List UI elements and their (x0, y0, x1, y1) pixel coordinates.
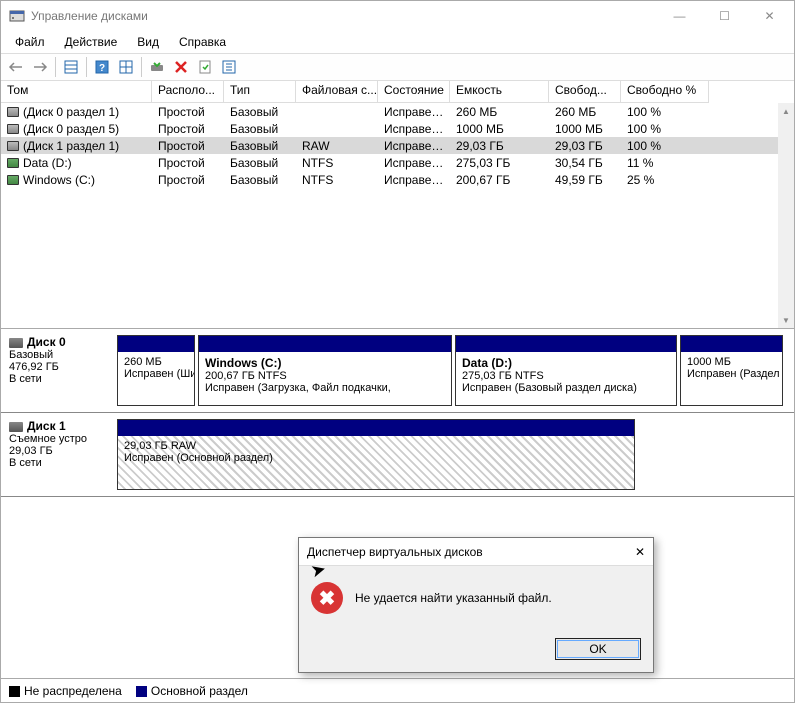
window-title: Управление дисками (31, 9, 657, 23)
col-status[interactable]: Состояние (378, 81, 450, 103)
view-grid-icon[interactable] (115, 56, 137, 78)
menubar: Файл Действие Вид Справка (1, 31, 794, 53)
col-capacity[interactable]: Емкость (450, 81, 549, 103)
volume-icon (7, 124, 19, 134)
partition-bar (456, 336, 676, 352)
svg-text:?: ? (99, 63, 105, 74)
legend-unalloc-label: Не распределена (24, 684, 122, 698)
partition-bar (681, 336, 782, 352)
error-dialog: Диспетчер виртуальных дисков ✕ ✖ Не удае… (298, 537, 654, 673)
maximize-button[interactable]: ☐ (702, 2, 747, 30)
scroll-down-icon[interactable]: ▼ (778, 312, 794, 328)
help-icon[interactable]: ? (91, 56, 113, 78)
partition-bar (118, 336, 194, 352)
mount-icon[interactable] (146, 56, 168, 78)
partition[interactable]: 260 МБИсправен (Шиф (117, 335, 195, 406)
col-volume[interactable]: Том (1, 81, 152, 103)
list-scrollbar[interactable]: ▲ ▼ (778, 103, 794, 328)
legend-unalloc-swatch (9, 686, 20, 697)
partition-bar (118, 420, 634, 436)
partition[interactable]: 29,03 ГБ RAWИсправен (Основной раздел) (117, 419, 635, 490)
volume-row[interactable]: (Диск 0 раздел 5)ПростойБазовыйИсправен.… (1, 120, 794, 137)
volume-row[interactable]: Windows (C:)ПростойБазовыйNTFSИсправен..… (1, 171, 794, 188)
properties-icon[interactable] (194, 56, 216, 78)
dialog-message: Не удается найти указанный файл. (355, 591, 552, 605)
col-type[interactable]: Тип (224, 81, 296, 103)
col-filesystem[interactable]: Файловая с... (296, 81, 378, 103)
dialog-close-button[interactable]: ✕ (635, 545, 645, 559)
partition[interactable]: Data (D:)275,03 ГБ NTFSИсправен (Базовый… (455, 335, 677, 406)
forward-button[interactable] (29, 56, 51, 78)
settings-icon[interactable] (218, 56, 240, 78)
disk-icon (9, 338, 23, 348)
disk-row: Диск 0Базовый476,92 ГБВ сети260 МБИсправ… (1, 329, 794, 413)
separator (55, 57, 56, 77)
volume-row[interactable]: (Диск 0 раздел 1)ПростойБазовыйИсправен.… (1, 103, 794, 120)
volume-row[interactable]: (Диск 1 раздел 1)ПростойБазовыйRAWИсправ… (1, 137, 794, 154)
col-percent[interactable]: Свободно % (621, 81, 709, 103)
separator (141, 57, 142, 77)
minimize-button[interactable]: — (657, 2, 702, 30)
titlebar: Управление дисками — ☐ ✕ (1, 1, 794, 31)
menu-help[interactable]: Справка (169, 33, 236, 51)
col-layout[interactable]: Располо... (152, 81, 224, 103)
legend: Не распределена Основной раздел (1, 678, 794, 702)
legend-primary-label: Основной раздел (151, 684, 248, 698)
disk-row: Диск 1Съемное устро29,03 ГБВ сети29,03 Г… (1, 413, 794, 497)
dialog-title: Диспетчер виртуальных дисков (307, 545, 635, 559)
menu-action[interactable]: Действие (55, 33, 128, 51)
separator (86, 57, 87, 77)
col-free[interactable]: Свобод... (549, 81, 621, 103)
volume-list: Том Располо... Тип Файловая с... Состоян… (1, 81, 794, 329)
column-headers: Том Располо... Тип Файловая с... Состоян… (1, 81, 794, 103)
error-icon: ✖ (311, 582, 343, 614)
toolbar: ? (1, 53, 794, 81)
menu-file[interactable]: Файл (5, 33, 55, 51)
partition[interactable]: Windows (C:)200,67 ГБ NTFSИсправен (Загр… (198, 335, 452, 406)
volume-icon (7, 141, 19, 151)
volume-icon (7, 175, 19, 185)
dialog-ok-button[interactable]: OK (555, 638, 641, 660)
app-icon (9, 8, 25, 24)
disk-info[interactable]: Диск 0Базовый476,92 ГБВ сети (1, 329, 111, 412)
back-button[interactable] (5, 56, 27, 78)
scroll-up-icon[interactable]: ▲ (778, 103, 794, 119)
partition-bar (199, 336, 451, 352)
close-button[interactable]: ✕ (747, 2, 792, 30)
disk-icon (9, 422, 23, 432)
delete-icon[interactable] (170, 56, 192, 78)
volume-row[interactable]: Data (D:)ПростойБазовыйNTFSИсправен...27… (1, 154, 794, 171)
legend-primary-swatch (136, 686, 147, 697)
disk-info[interactable]: Диск 1Съемное устро29,03 ГБВ сети (1, 413, 111, 496)
partition[interactable]: 1000 МБИсправен (Раздел вс (680, 335, 783, 406)
volume-icon (7, 158, 19, 168)
menu-view[interactable]: Вид (127, 33, 169, 51)
volume-icon (7, 107, 19, 117)
view-list-icon[interactable] (60, 56, 82, 78)
